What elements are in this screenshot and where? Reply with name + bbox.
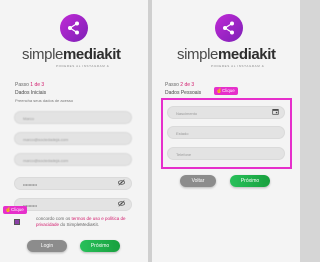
- click-hint-badge: ☝ Clique: [3, 206, 27, 214]
- privacy-link[interactable]: privacidade: [36, 222, 59, 227]
- password-field[interactable]: ••••••••••: [14, 177, 132, 190]
- email-field[interactable]: marco@sociedadejá.com: [14, 132, 132, 145]
- birthdate-field[interactable]: Nascimento: [167, 106, 285, 119]
- state-field[interactable]: Estado: [167, 126, 285, 139]
- back-button[interactable]: Voltar: [180, 175, 216, 187]
- logo-icon: [60, 14, 88, 42]
- login-button[interactable]: Login: [27, 240, 67, 252]
- name-field[interactable]: Marco: [14, 111, 132, 124]
- step-title: Dados Pessoais: [165, 90, 202, 96]
- brand-wordmark: simplemediakit: [177, 46, 276, 63]
- next-button[interactable]: Próximo: [230, 175, 270, 187]
- signup-step-2-panel: simplemediakit PODERES AL INSTAGRAM & Pa…: [152, 0, 300, 262]
- eye-slash-icon[interactable]: [118, 179, 125, 188]
- brand-tagline: PODERES AL INSTAGRAM &: [56, 64, 110, 68]
- signup-step-1-panel: simplemediakit PODERES AL INSTAGRAM & Pa…: [0, 0, 148, 262]
- brand-wordmark: simplemediakit: [22, 46, 121, 63]
- click-hint-badge: ☝ Clique: [214, 87, 238, 95]
- logo-icon: [215, 14, 243, 42]
- step-indicator: Passo 1 de 3: [15, 82, 45, 88]
- hand-pointer-icon: ☝: [216, 88, 223, 94]
- step-title: Dados Iniciais: [15, 90, 47, 96]
- step-indicator: Passo 2 de 3: [165, 82, 195, 88]
- terms-link[interactable]: termos de uso e política de: [72, 216, 126, 221]
- calendar-icon[interactable]: [272, 108, 279, 117]
- hand-pointer-icon: ☝: [5, 207, 12, 213]
- email-confirm-field[interactable]: marco@sociedadejá.com: [14, 153, 132, 166]
- phone-field[interactable]: Telefone: [167, 147, 285, 160]
- step-subtitle: Preencha seus dados de acesso: [15, 98, 74, 103]
- brand-tagline: PODERES AL INSTAGRAM &: [211, 64, 265, 68]
- terms-checkbox[interactable]: [14, 219, 20, 225]
- eye-slash-icon[interactable]: [118, 200, 125, 209]
- terms-consent-text: concordo com os termos de uso e política…: [36, 216, 126, 227]
- password-confirm-field[interactable]: ••••••••••: [14, 198, 132, 211]
- next-button[interactable]: Próximo: [80, 240, 120, 252]
